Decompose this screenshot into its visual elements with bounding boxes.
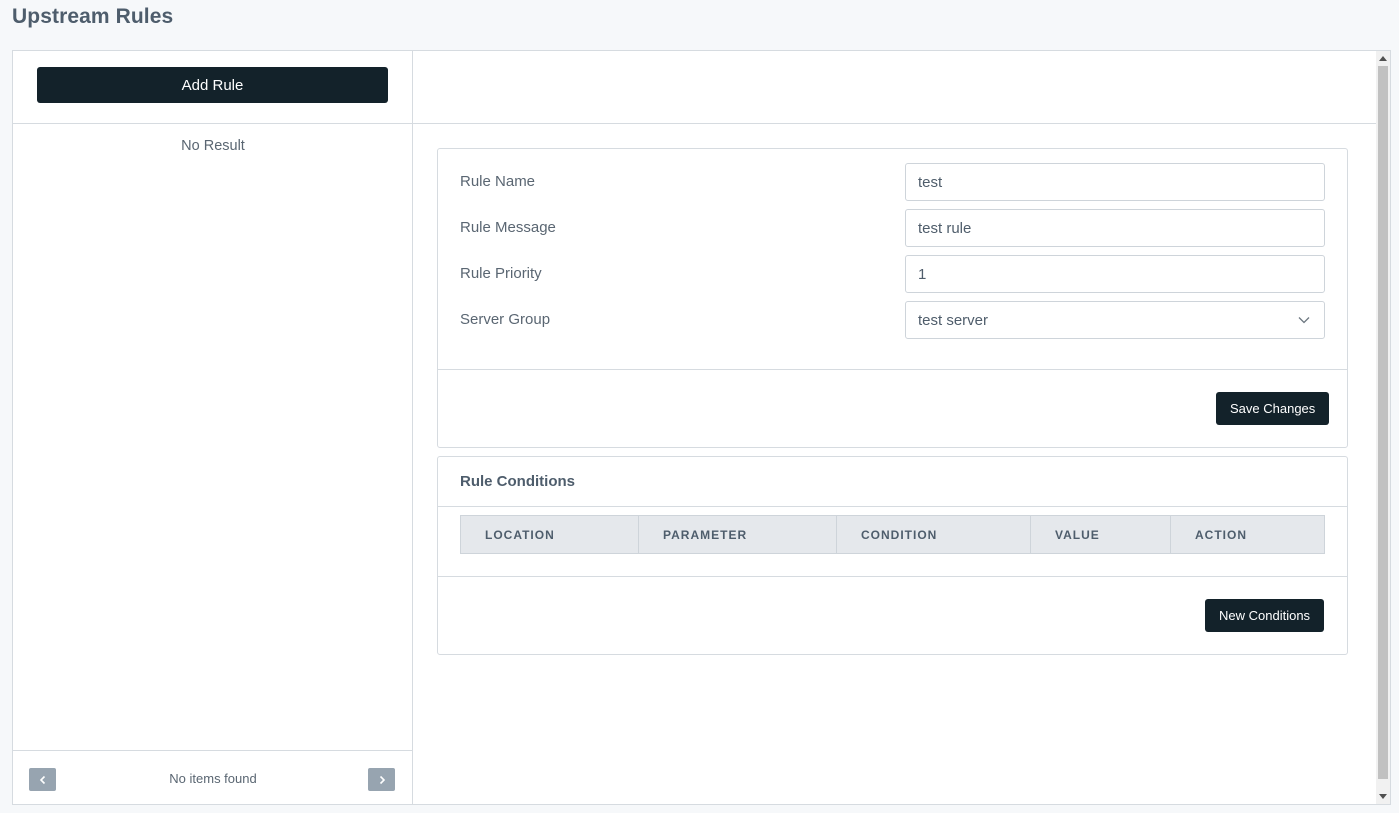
rule-form-card: Rule Name Rule Message Rule Priority Ser… (437, 148, 1348, 448)
rules-frame: Add Rule No Result No items found Rule N… (12, 50, 1391, 805)
page-title: Upstream Rules (12, 5, 174, 28)
rules-list-header: Add Rule (13, 51, 412, 124)
conditions-title-divider (438, 506, 1347, 507)
chevron-right-icon (379, 775, 385, 784)
scrollbar-thumb[interactable] (1378, 66, 1388, 779)
rule-message-row: Rule Message (438, 209, 1347, 259)
next-page-button[interactable] (368, 768, 395, 791)
form-divider (438, 369, 1347, 370)
conditions-table-header: LOCATION PARAMETER CONDITION VALUE ACTIO… (460, 515, 1325, 554)
server-group-selected-value: test server (918, 311, 989, 329)
rule-detail-panel: Rule Name Rule Message Rule Priority Ser… (413, 51, 1377, 804)
column-header-action: ACTION (1195, 527, 1247, 542)
column-header-condition: CONDITION (837, 516, 1031, 553)
save-changes-button[interactable]: Save Changes (1216, 392, 1330, 425)
rule-name-input[interactable] (905, 163, 1325, 201)
pagination-footer: No items found (13, 750, 413, 804)
chevron-down-icon (1298, 317, 1310, 324)
pagination-status: No items found (169, 771, 257, 786)
new-conditions-button[interactable]: New Conditions (1205, 599, 1325, 632)
conditions-table-divider (438, 576, 1347, 577)
rule-message-label: Rule Message (460, 219, 556, 236)
rule-priority-input[interactable] (905, 255, 1325, 293)
rule-conditions-card: Rule Conditions LOCATION PARAMETER CONDI… (437, 456, 1348, 655)
vertical-scrollbar[interactable] (1376, 51, 1390, 804)
column-header-location: LOCATION (461, 516, 639, 553)
scroll-up-icon[interactable] (1379, 55, 1387, 61)
rule-message-input[interactable] (905, 209, 1325, 247)
column-header-parameter: PARAMETER (639, 516, 837, 553)
server-group-select[interactable]: test server (905, 301, 1325, 339)
rules-list-panel: Add Rule No Result No items found (13, 51, 413, 804)
add-rule-button[interactable]: Add Rule (37, 67, 388, 103)
empty-list-text: No Result (181, 138, 245, 154)
rule-name-row: Rule Name (438, 163, 1347, 213)
rule-priority-row: Rule Priority (438, 255, 1347, 305)
column-header-value: VALUE (1031, 516, 1171, 553)
rule-detail-header (413, 51, 1377, 124)
rule-conditions-title: Rule Conditions (460, 473, 575, 490)
server-group-row: Server Group test server (438, 301, 1347, 351)
rule-priority-label: Rule Priority (460, 265, 542, 282)
server-group-label: Server Group (460, 311, 551, 328)
scroll-down-icon[interactable] (1379, 794, 1387, 800)
rule-name-label: Rule Name (460, 173, 536, 190)
